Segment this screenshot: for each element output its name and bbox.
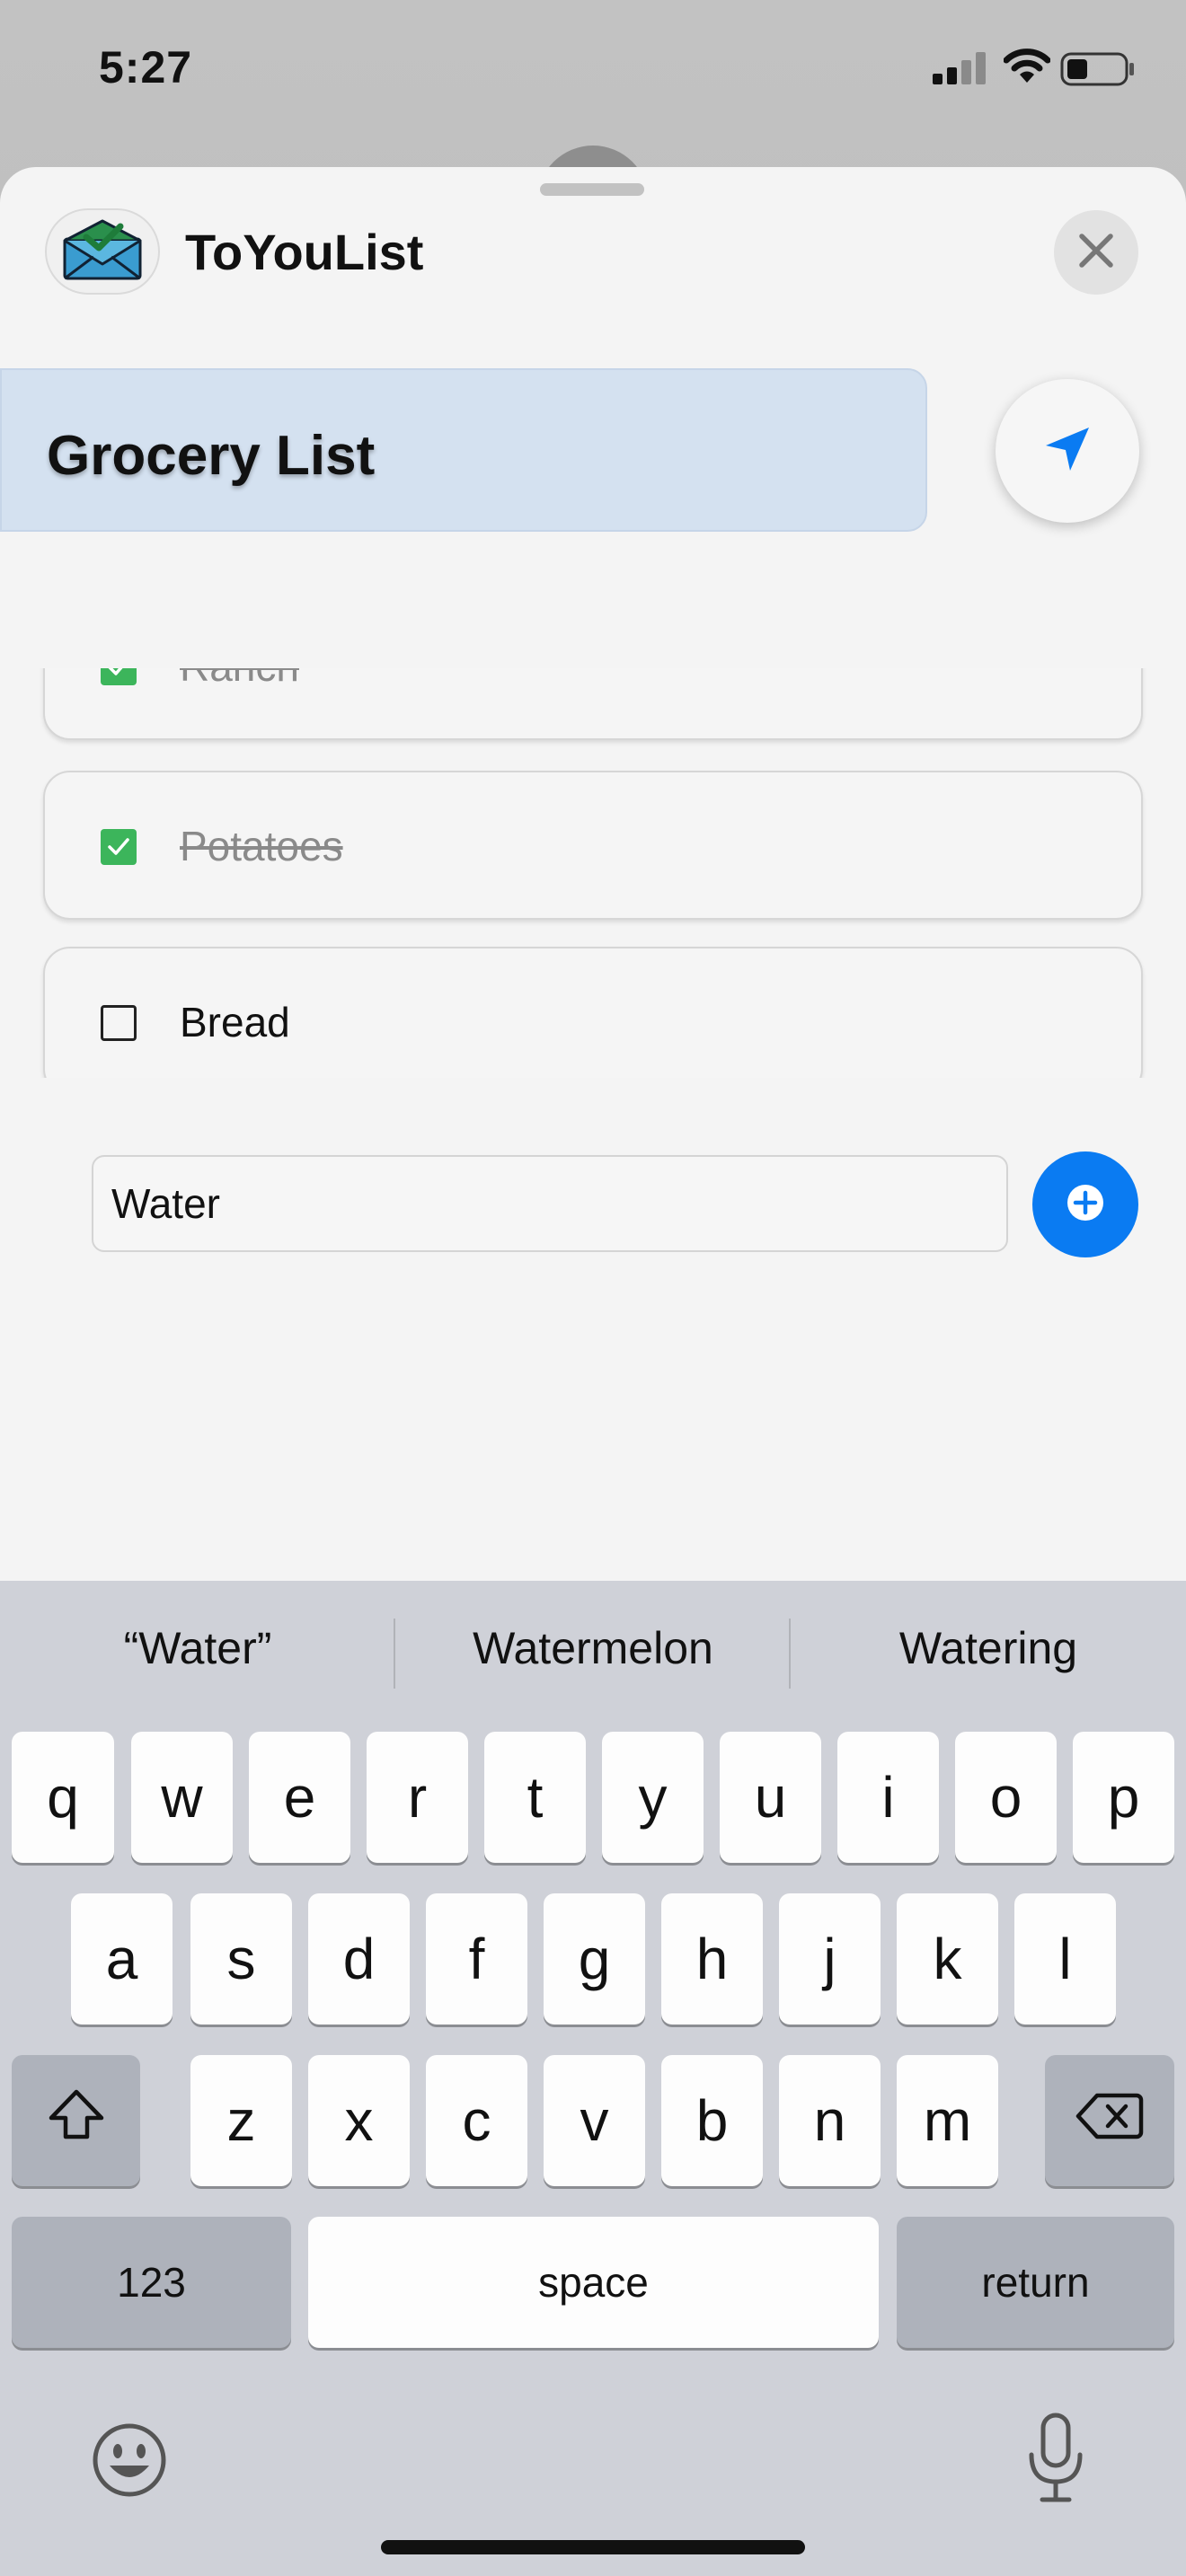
suggestion-item[interactable]: Watering xyxy=(791,1622,1186,1674)
suggestion-item[interactable]: Watermelon xyxy=(395,1622,791,1674)
status-bar: 5:27 xyxy=(0,0,1186,153)
home-indicator xyxy=(381,2540,805,2554)
app-logo xyxy=(45,208,160,295)
plus-circle-icon xyxy=(1064,1181,1107,1229)
shift-icon xyxy=(47,2087,106,2155)
list-item[interactable]: Potatoes xyxy=(43,771,1143,920)
key-r[interactable]: r xyxy=(367,1732,468,1863)
checkbox-unchecked[interactable] xyxy=(101,1005,137,1041)
emoji-icon[interactable] xyxy=(90,2421,169,2504)
delete-key[interactable] xyxy=(1045,2055,1174,2186)
delete-icon xyxy=(1075,2087,1144,2154)
key-w[interactable]: w xyxy=(131,1732,233,1863)
microphone-icon[interactable] xyxy=(1024,2412,1087,2510)
key-v[interactable]: v xyxy=(544,2055,645,2186)
space-key[interactable]: space xyxy=(308,2217,879,2348)
close-icon xyxy=(1076,231,1116,275)
add-item-button[interactable] xyxy=(1032,1151,1138,1257)
new-item-input[interactable] xyxy=(92,1155,1008,1252)
signal-icon xyxy=(933,52,988,89)
envelope-check-icon xyxy=(61,217,144,287)
list-title-card[interactable]: Grocery List xyxy=(0,368,927,532)
checkbox-checked[interactable] xyxy=(101,668,137,685)
suggestion-bar: “Water” Watermelon Watering xyxy=(0,1581,1186,1726)
items-list[interactable]: Ranch Potatoes Bread xyxy=(0,668,1186,1078)
key-b[interactable]: b xyxy=(661,2055,763,2186)
key-q[interactable]: q xyxy=(12,1732,114,1863)
keyboard: “Water” Watermelon Watering q w e r t y … xyxy=(0,1581,1186,2576)
item-label: Potatoes xyxy=(180,823,343,869)
sheet-grabber[interactable] xyxy=(540,183,644,196)
key-t[interactable]: t xyxy=(484,1732,586,1863)
key-h[interactable]: h xyxy=(661,1893,763,2025)
list-item[interactable]: Ranch xyxy=(43,668,1143,740)
shift-key[interactable] xyxy=(12,2055,140,2186)
item-label: Bread xyxy=(180,999,290,1045)
key-p[interactable]: p xyxy=(1073,1732,1174,1863)
return-key[interactable]: return xyxy=(897,2217,1174,2348)
wifi-icon xyxy=(1003,49,1051,89)
key-f[interactable]: f xyxy=(426,1893,527,2025)
key-c[interactable]: c xyxy=(426,2055,527,2186)
key-g[interactable]: g xyxy=(544,1893,645,2025)
key-y[interactable]: y xyxy=(602,1732,704,1863)
key-n[interactable]: n xyxy=(779,2055,881,2186)
key-d[interactable]: d xyxy=(308,1893,410,2025)
key-i[interactable]: i xyxy=(837,1732,939,1863)
battery-icon xyxy=(1060,52,1136,91)
list-sheet: ToYouList Grocery List Ra xyxy=(0,167,1186,1586)
checkbox-checked[interactable] xyxy=(101,829,137,865)
close-button[interactable] xyxy=(1054,210,1138,295)
item-label: Ranch xyxy=(180,668,299,691)
send-button[interactable] xyxy=(996,379,1139,523)
key-m[interactable]: m xyxy=(897,2055,998,2186)
status-time: 5:27 xyxy=(99,42,193,93)
key-s[interactable]: s xyxy=(190,1893,292,2025)
key-j[interactable]: j xyxy=(779,1893,881,2025)
key-z[interactable]: z xyxy=(190,2055,292,2186)
suggestion-item[interactable]: “Water” xyxy=(0,1622,395,1674)
key-x[interactable]: x xyxy=(308,2055,410,2186)
send-icon xyxy=(1040,422,1094,481)
numbers-key[interactable]: 123 xyxy=(12,2217,291,2348)
key-k[interactable]: k xyxy=(897,1893,998,2025)
app-title: ToYouList xyxy=(185,224,424,280)
key-l[interactable]: l xyxy=(1014,1893,1116,2025)
list-title: Grocery List xyxy=(47,425,376,487)
key-e[interactable]: e xyxy=(249,1732,350,1863)
key-a[interactable]: a xyxy=(71,1893,173,2025)
screen: 5:27 ToYouList Grocery List Potatoes Bre… xyxy=(0,0,1186,2576)
list-item[interactable]: Bread xyxy=(43,947,1143,1078)
key-u[interactable]: u xyxy=(720,1732,821,1863)
key-o[interactable]: o xyxy=(955,1732,1057,1863)
